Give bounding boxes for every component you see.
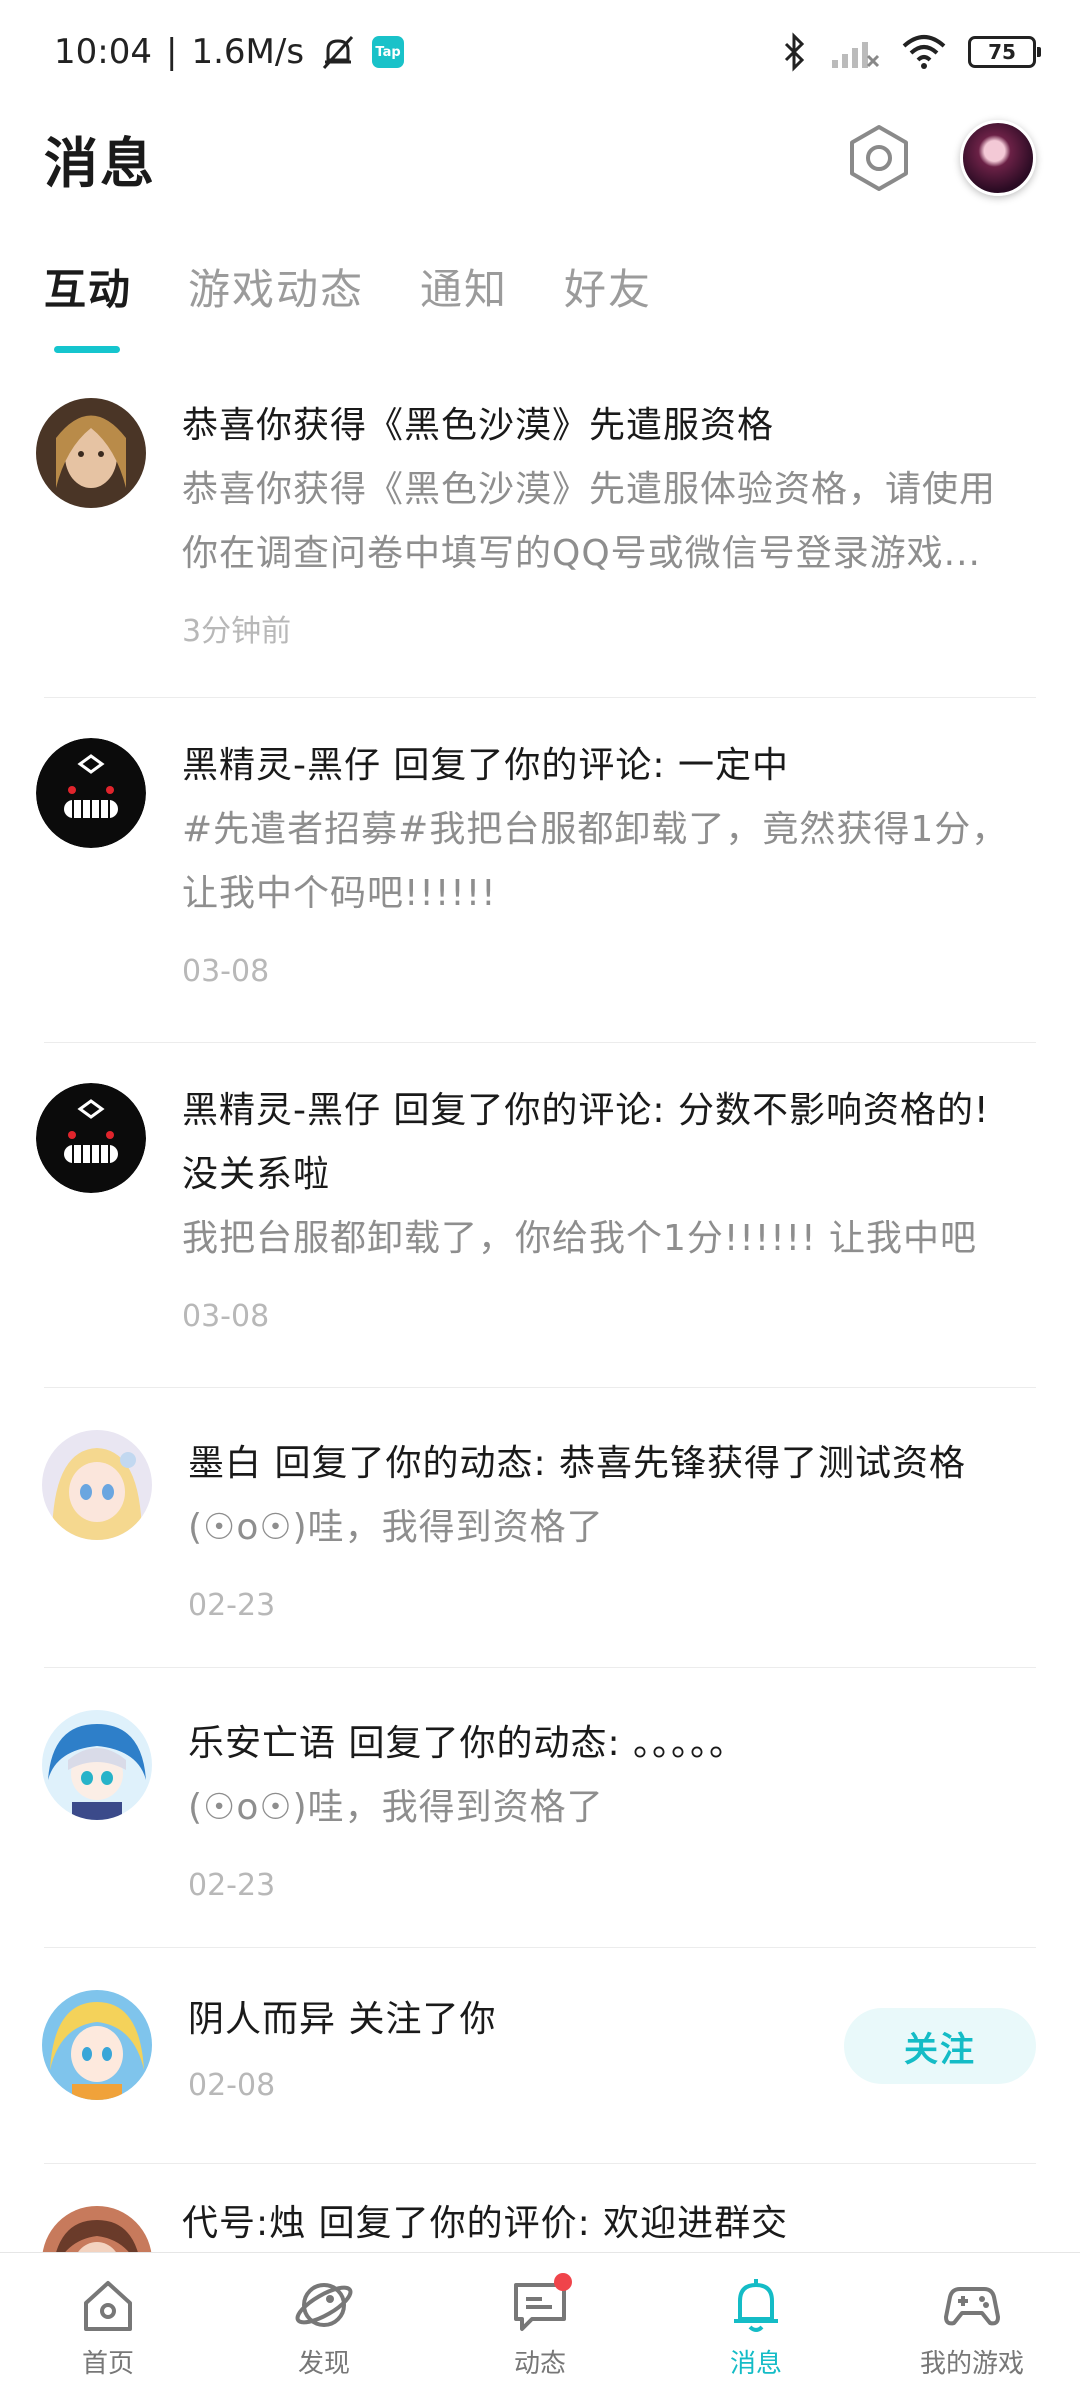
screen: 10:04 | 1.6M/s Tap 75 消息 互动 游戏动态 通知 好友 恭… <box>0 0 1080 2400</box>
sender-avatar[interactable] <box>36 1083 146 1193</box>
message-content: (☉o☉)哇，我得到资格了 <box>188 1787 604 1828</box>
message-content: (☉o☉)哇，我得到资格了 <box>188 1507 604 1548</box>
nav-my-games-label: 我的游戏 <box>919 2349 1024 2379</box>
message-title: 黑精灵-黑仔 回复了你的评论: 分数不影响资格的! 没关系啦 <box>182 1090 990 1195</box>
nav-messages-label: 消息 <box>729 2349 782 2379</box>
message-title: 恭喜你获得《黑色沙漠》先遣服资格 <box>182 405 775 446</box>
message-title: 墨白 回复了你的动态: 恭喜先锋获得了测试资格 <box>188 1443 967 1484</box>
tab-game-updates-label: 游戏动态 <box>188 265 365 314</box>
message-item[interactable]: 墨白 回复了你的动态: 恭喜先锋获得了测试资格 (☉o☉)哇，我得到资格了 02… <box>42 1388 1036 1668</box>
message-body: 黑精灵-黑仔 回复了你的评论: 一定中 #先遣者招募#我把台服都卸载了，竟然获得… <box>182 698 1036 992</box>
message-item[interactable]: 阴人而异 关注了你 02-08 关注 <box>42 1948 1036 2164</box>
nav-my-games[interactable]: 我的游戏 <box>882 2273 1062 2380</box>
message-body: 代号:烛 回复了你的评价: 欢迎进群交 <box>182 2164 1036 2256</box>
signal-icon <box>832 42 880 68</box>
sender-avatar[interactable] <box>42 1430 152 1540</box>
settings-icon[interactable] <box>844 123 914 193</box>
avatar-image <box>36 1083 146 1193</box>
message-content: #先遣者招募#我把台服都卸载了，竟然获得1分，让我中个码吧!!!!!! <box>182 809 1009 914</box>
sender-avatar[interactable] <box>36 398 146 508</box>
nav-discover-label: 发现 <box>297 2349 350 2379</box>
message-body: 黑精灵-黑仔 回复了你的评论: 分数不影响资格的! 没关系啦 我把台服都卸载了，… <box>182 1043 1036 1337</box>
message-item[interactable]: 黑精灵-黑仔 回复了你的评论: 一定中 #先遣者招募#我把台服都卸载了，竟然获得… <box>36 698 1036 1043</box>
home-icon <box>84 2281 132 2331</box>
tab-game-updates[interactable]: 游戏动态 <box>188 256 364 328</box>
header-actions <box>844 120 1036 196</box>
nav-discover[interactable]: 发现 <box>234 2273 414 2380</box>
message-title: 代号:烛 回复了你的评价: 欢迎进群交 <box>182 2203 789 2244</box>
nav-home-label: 首页 <box>81 2349 134 2379</box>
discover-icon <box>295 2283 353 2327</box>
status-bar: 10:04 | 1.6M/s Tap 75 <box>0 0 1080 104</box>
avatar-image <box>36 738 146 848</box>
page-title: 消息 <box>44 131 156 195</box>
message-title: 乐安亡语 回复了你的动态: 。。。。。 <box>188 1723 747 1764</box>
sender-avatar[interactable] <box>36 738 146 848</box>
tab-notifications-label: 通知 <box>420 265 509 314</box>
sender-avatar[interactable] <box>42 1990 152 2100</box>
message-item[interactable]: 恭喜你获得《黑色沙漠》先遣服资格 恭喜你获得《黑色沙漠》先遣服体验资格，请使用你… <box>36 386 1036 698</box>
message-content: 恭喜你获得《黑色沙漠》先遣服体验资格，请使用你在调查问卷中填写的QQ号或微信号登… <box>182 469 997 574</box>
status-divider: | <box>165 32 178 72</box>
bottom-nav: 首页 发现 动态 消息 我的游戏 <box>0 2252 1080 2400</box>
bell-icon <box>734 2279 778 2332</box>
avatar-image <box>42 1990 152 2100</box>
message-list: 恭喜你获得《黑色沙漠》先遣服资格 恭喜你获得《黑色沙漠》先遣服体验资格，请使用你… <box>0 386 1080 2364</box>
sender-avatar[interactable] <box>42 1710 152 1820</box>
gamepad-icon <box>944 2287 1000 2326</box>
message-body: 恭喜你获得《黑色沙漠》先遣服资格 恭喜你获得《黑色沙漠》先遣服体验资格，请使用你… <box>182 386 1036 652</box>
message-time: 02-23 <box>188 1588 276 1623</box>
status-time: 10:04 <box>54 32 152 72</box>
tab-interaction-label: 互动 <box>44 265 133 314</box>
message-item[interactable]: 黑精灵-黑仔 回复了你的评论: 分数不影响资格的! 没关系啦 我把台服都卸载了，… <box>36 1043 1036 1388</box>
message-time: 3分钟前 <box>182 614 292 649</box>
tap-app-icon: Tap <box>372 36 405 68</box>
tab-active-indicator <box>54 346 120 353</box>
nav-feed[interactable]: 动态 <box>450 2273 630 2380</box>
avatar-image <box>42 1430 152 1540</box>
message-time: 03-08 <box>182 1299 270 1334</box>
tab-interaction[interactable]: 互动 <box>44 256 133 353</box>
network-speed: 1.6M/s <box>191 32 305 72</box>
tab-bar: 互动 游戏动态 通知 好友 <box>44 256 652 356</box>
battery-indicator: 75 <box>968 36 1041 68</box>
message-body: 乐安亡语 回复了你的动态: 。。。。。 (☉o☉)哇，我得到资格了 02-23 <box>188 1668 1036 1906</box>
mute-bell-icon <box>322 35 354 70</box>
message-item[interactable]: 乐安亡语 回复了你的动态: 。。。。。 (☉o☉)哇，我得到资格了 02-23 <box>42 1668 1036 1948</box>
avatar-image <box>42 1710 152 1820</box>
nav-feed-label: 动态 <box>513 2349 566 2379</box>
nav-home[interactable]: 首页 <box>18 2273 198 2380</box>
header: 消息 <box>0 104 1080 212</box>
notification-badge <box>554 2273 572 2291</box>
message-content: 我把台服都卸载了，你给我个1分!!!!!! 让我中吧 <box>182 1218 977 1259</box>
tab-friends[interactable]: 好友 <box>564 256 652 328</box>
status-left: 10:04 | 1.6M/s Tap <box>54 32 405 72</box>
message-time: 02-23 <box>188 1868 276 1903</box>
status-right: 75 <box>780 32 1041 72</box>
nav-messages[interactable]: 消息 <box>666 2273 846 2380</box>
user-avatar[interactable] <box>960 120 1036 196</box>
message-title: 黑精灵-黑仔 回复了你的评论: 一定中 <box>182 745 790 786</box>
tab-friends-label: 好友 <box>564 265 653 314</box>
follow-button[interactable]: 关注 <box>844 2008 1036 2084</box>
tab-notifications[interactable]: 通知 <box>420 256 508 328</box>
wifi-icon <box>902 35 946 69</box>
message-time: 03-08 <box>182 954 270 989</box>
avatar-image <box>36 398 146 508</box>
message-body: 墨白 回复了你的动态: 恭喜先锋获得了测试资格 (☉o☉)哇，我得到资格了 02… <box>188 1388 1036 1626</box>
bluetooth-icon <box>784 32 805 72</box>
